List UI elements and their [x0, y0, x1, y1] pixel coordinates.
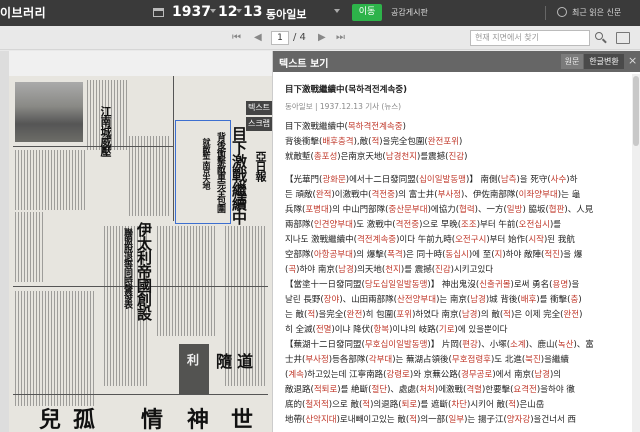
article-line: 士井(부사정)등各部隊(각부대)는 蕪湖占領後(무호점령후)도 北進(북진)을繼…: [285, 355, 569, 365]
page-toolbar: ⏮ ◀ 1 / 4 ▶ ⏭ 현재 지면에서 찾기: [0, 26, 640, 50]
masthead: 亞日報: [254, 151, 267, 181]
search-button[interactable]: [593, 30, 609, 46]
ad-char-1: 兒: [39, 407, 62, 432]
year-chevron-down-icon[interactable]: [210, 9, 216, 13]
viewer-scrollbar[interactable]: [0, 51, 9, 432]
ad-char-4: 神: [187, 407, 210, 432]
first-page-button[interactable]: ⏮: [232, 32, 241, 44]
page-search-input[interactable]: 현재 지면에서 찾기: [470, 30, 590, 46]
ad-char-5: 世: [231, 407, 254, 432]
day-select[interactable]: 13: [243, 4, 262, 20]
print-icon[interactable]: [616, 32, 630, 44]
scrap-side-tab[interactable]: 스크랩: [246, 117, 272, 131]
article-line: 히 全滅(전멸)이냐 降伏(항복)이냐의 岐路(기로)에 있을뿐이다: [285, 325, 508, 335]
next-page-button[interactable]: ▶: [318, 32, 326, 44]
panel-title: 텍스트 보기: [279, 59, 329, 70]
brand-logo[interactable]: 이브러리: [0, 4, 46, 21]
article-title: 目下激戰繼續中(목하격전계속중): [285, 85, 408, 95]
article-line: 敵退路(적퇴로)를 絶斷(절단)、處處(처처)에激戰(격렬)한要擊(요격전)을하…: [285, 385, 575, 395]
article-line: [285, 165, 625, 173]
panel-scrollbar[interactable]: [632, 74, 640, 432]
article-line: 兩部隊(인견양부대)도 激戰中(격전중)으로 早晚(조조)부터 午前(오전십시)…: [285, 220, 562, 230]
year-select[interactable]: 1937: [172, 4, 211, 20]
article-line: 兵隊(포병대)의 中山門部隊(중산문부대)에協力(협력)、一方(일방) 脇坂(협…: [285, 205, 594, 215]
article-line: 【蕪湖十二日發同盟(무호십이일발동맹)】 片岡(편강)、小塚(소계)、鹿山(녹산…: [285, 340, 594, 350]
prev-page-button[interactable]: ◀: [254, 32, 262, 44]
article-line: 就敵塹(총포성)은南京天地(남경천지)를震撼(진감): [285, 152, 468, 162]
headline-main: 目下激戰繼續中: [230, 126, 248, 224]
newspaper-select[interactable]: 동아일보: [266, 6, 306, 22]
panel-scroll-thumb[interactable]: [633, 76, 639, 146]
article-line: 背後衝擊(배후충격),敵(적)을完全包圍(완전포위): [285, 137, 463, 147]
last-page-button[interactable]: ⏭: [336, 32, 345, 44]
ad-char-7: 隨: [216, 352, 233, 371]
article-text: 目下激戰繼續中(목하격전계속중) 背後衝擊(배후충격),敵(적)을完全包圍(완전포…: [285, 120, 625, 428]
panel-header: 텍스트 보기 원문 한글변환 ×: [273, 51, 640, 72]
divider: [545, 6, 546, 20]
article-line: 든 頑敵(완적)이激戰中(격전중)의 富士井(부사정)、伊佐南部隊(이좌양부대)…: [285, 190, 581, 200]
article-line: (곡)하야 南京(남경)의天地(천지)를 震撼(진감)시키고있다: [285, 265, 494, 275]
top-bar: 이브러리 1937 12 13 동아일보 이동 공감게시판 최근 읽은 신문: [0, 0, 640, 26]
text-view-panel: 텍스트 보기 원문 한글변환 × 目下激戰繼續中(목하격전계속중) 동아일보 |…: [272, 51, 640, 432]
recent-newspapers-link[interactable]: 최근 읽은 신문: [572, 7, 621, 18]
article-line: (계속)하고있는데 江寧南路(강령로)와 京蕪公路(경무공로)에서 南京(남경)…: [285, 370, 562, 380]
newspaper-scan[interactable]: 江南城威壓 目下激戰繼續中 背後衝擊敵軍完全包圍 就敵塹 南京天地 亞日報 伊太…: [9, 76, 272, 432]
article-line: 는 敵(적)을完全(완전)히 包圍(포위)하였다 南京(남경)의 敵(적)은 이…: [285, 310, 583, 320]
month-select[interactable]: 12: [218, 4, 237, 20]
newspaper-chevron-down-icon[interactable]: [334, 9, 340, 13]
clock-icon: [557, 7, 567, 17]
ad-char-8: 道: [237, 352, 254, 371]
article-line: 지나도 激戰繼續中(격전계속중)이다 午前九時(오전구시)부터 始作(시작)된 …: [285, 235, 575, 245]
ad-char-6: 利: [187, 353, 200, 367]
close-icon[interactable]: ×: [628, 55, 637, 67]
ad-char-3: 情: [141, 407, 164, 432]
article-line: 날린 長野(장야)、山田兩部隊(산전양부대)는 南京(남경)城 背後(배후)를 …: [285, 295, 582, 305]
headline-left-2: 聯盟脫退等同時聲發表: [122, 228, 132, 308]
page-total: / 4: [293, 32, 306, 43]
headline-sub-2: 就敵塹 南京天地: [202, 138, 212, 189]
page-number-input[interactable]: 1: [271, 31, 289, 45]
article-line: 【當塗十一日發同盟(당도십일일발동맹)】 神出鬼沒(신출귀몰)로써 勇名(용명)…: [285, 280, 580, 290]
notice-board-link[interactable]: 공감게시판: [391, 7, 428, 18]
article-line: 【光華門(광화문)에서十二日發同盟(십이일발동맹)】 南側(남측)을 死守(사수…: [285, 175, 578, 185]
headline-left: 伊太利帝國創設: [135, 222, 153, 320]
article-line: 底的(철저적)으로 敵(적)의退路(퇴로)를 遮斷(차단)시키어 敵(적)은山岳: [285, 400, 545, 410]
article-meta: 동아일보 | 1937.12.13 기사 (뉴스): [285, 102, 402, 111]
article-line: 地帶(산악지대)로내빼이고있는 敵(적)의一部(일부)는 揚子江(양자강)을건너…: [285, 415, 577, 425]
text-view-side-tab[interactable]: 텍스트: [246, 101, 272, 115]
ad-char-2: 孤: [73, 407, 96, 432]
calendar-icon[interactable]: [153, 8, 164, 17]
article-line: 目下激戰繼續中(목하격전계속중): [285, 122, 406, 132]
go-button[interactable]: 이동: [352, 4, 382, 21]
month-chevron-down-icon[interactable]: [236, 9, 242, 13]
article-body: 目下激戰繼續中(목하격전계속중) 동아일보 | 1937.12.13 기사 (뉴…: [285, 84, 625, 428]
headline-sub: 背後衝擊敵軍完全包圍: [215, 132, 225, 212]
newspaper-viewer[interactable]: 江南城威壓 目下激戰繼續中 背後衝擊敵軍完全包圍 就敵塹 南京天地 亞日報 伊太…: [0, 51, 272, 432]
article-line: 空部隊(아항공부대)의 爆擊(폭격)은 同十時(동십시)에 至(지)하야 敵陣(…: [285, 250, 583, 260]
headline-mid: 江南城威壓: [99, 106, 112, 156]
news-photo: [15, 82, 83, 142]
tab-original[interactable]: 원문: [561, 54, 583, 69]
tab-korean-converted[interactable]: 한글변환: [584, 54, 624, 69]
